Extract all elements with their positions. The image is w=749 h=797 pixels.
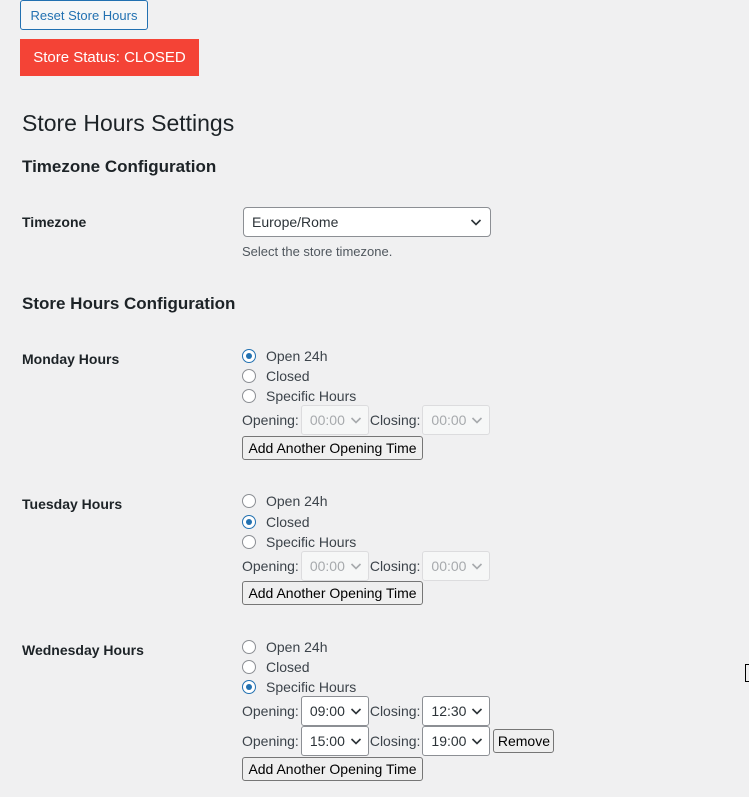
chevron-down-icon <box>471 705 483 717</box>
timezone-label: Timezone <box>22 214 87 230</box>
wednesday-closed-radio[interactable]: Closed <box>242 658 310 676</box>
radio-label: Specific Hours <box>266 388 357 404</box>
opening-label: Opening: <box>242 703 299 719</box>
timezone-select[interactable]: Europe/Rome <box>243 207 491 237</box>
chevron-down-icon <box>470 216 482 228</box>
chevron-down-icon <box>350 414 362 426</box>
radio-unchecked-icon <box>242 660 256 674</box>
chevron-down-icon <box>350 735 362 747</box>
chevron-down-icon <box>350 560 362 572</box>
wednesday-hours-label: Wednesday Hours <box>22 642 144 658</box>
chevron-down-icon <box>471 414 483 426</box>
tuesday-closing-select[interactable]: 00:00 <box>422 551 491 581</box>
reset-store-hours-button[interactable]: Reset Store Hours <box>20 0 148 30</box>
closing-label: Closing: <box>369 733 421 749</box>
time-value: 09:00 <box>309 703 345 719</box>
closing-label: Closing: <box>369 558 421 574</box>
tuesday-specific-radio[interactable]: Specific Hours <box>242 533 356 551</box>
wednesday-remove-slot-button[interactable]: Remove <box>493 729 555 753</box>
wednesday-closing-select-1[interactable]: 12:30 <box>422 696 491 726</box>
radio-label: Open 24h <box>266 493 328 509</box>
timezone-description: Select the store timezone. <box>242 244 393 259</box>
radio-checked-icon <box>242 515 256 529</box>
monday-add-opening-time-button[interactable]: Add Another Opening Time <box>242 436 423 460</box>
monday-closed-radio[interactable]: Closed <box>242 367 310 385</box>
radio-unchecked-icon <box>242 640 256 654</box>
time-value: 19:00 <box>431 733 467 749</box>
radio-label: Open 24h <box>266 639 328 655</box>
opening-label: Opening: <box>242 733 299 749</box>
radio-checked-icon <box>242 349 256 363</box>
radio-label: Closed <box>266 514 310 530</box>
monday-opening-select[interactable]: 00:00 <box>300 405 369 435</box>
radio-label: Specific Hours <box>266 534 357 550</box>
opening-label: Opening: <box>242 558 299 574</box>
tuesday-open24-radio[interactable]: Open 24h <box>242 492 328 510</box>
timezone-section-title: Timezone Configuration <box>22 157 217 176</box>
chevron-down-icon <box>471 735 483 747</box>
radio-label: Open 24h <box>266 348 328 364</box>
chevron-down-icon <box>471 560 483 572</box>
tuesday-opening-select[interactable]: 00:00 <box>300 551 369 581</box>
radio-label: Closed <box>266 368 310 384</box>
monday-open24-radio[interactable]: Open 24h <box>242 347 328 365</box>
monday-time-slot: Opening: 00:00 Closing: 00:00 <box>242 405 491 435</box>
tuesday-hours-label: Tuesday Hours <box>22 496 123 512</box>
wednesday-time-slot-2: Opening: 15:00 Closing: 19:00 Remove <box>242 726 555 756</box>
wednesday-closing-select-2[interactable]: 19:00 <box>422 726 491 756</box>
radio-label: Closed <box>266 659 310 675</box>
text-cursor-icon <box>745 664 749 682</box>
wednesday-time-slot-1: Opening: 09:00 Closing: 12:30 <box>242 696 491 726</box>
radio-unchecked-icon <box>242 535 256 549</box>
timezone-selected-value: Europe/Rome <box>252 214 339 230</box>
page-title: Store Hours Settings <box>22 110 235 136</box>
radio-unchecked-icon <box>242 389 256 403</box>
tuesday-add-opening-time-button[interactable]: Add Another Opening Time <box>242 581 423 605</box>
wednesday-add-opening-time-button[interactable]: Add Another Opening Time <box>242 757 423 781</box>
closing-label: Closing: <box>369 412 421 428</box>
wednesday-specific-radio[interactable]: Specific Hours <box>242 678 356 696</box>
time-value: 15:00 <box>309 733 345 749</box>
monday-specific-radio[interactable]: Specific Hours <box>242 387 356 405</box>
time-value: 00:00 <box>309 412 345 428</box>
time-value: 00:00 <box>309 558 345 574</box>
radio-unchecked-icon <box>242 369 256 383</box>
closing-label: Closing: <box>369 703 421 719</box>
wednesday-opening-select-1[interactable]: 09:00 <box>300 696 369 726</box>
radio-label: Specific Hours <box>266 679 357 695</box>
opening-label: Opening: <box>242 412 299 428</box>
time-value: 00:00 <box>431 558 467 574</box>
store-status-banner: Store Status: CLOSED <box>20 39 199 76</box>
wednesday-open24-radio[interactable]: Open 24h <box>242 638 328 656</box>
time-value: 12:30 <box>431 703 467 719</box>
monday-hours-label: Monday Hours <box>22 351 120 367</box>
radio-unchecked-icon <box>242 494 256 508</box>
tuesday-time-slot: Opening: 00:00 Closing: 00:00 <box>242 551 491 581</box>
store-hours-section-title: Store Hours Configuration <box>22 294 236 313</box>
radio-checked-icon <box>242 680 256 694</box>
chevron-down-icon <box>350 705 362 717</box>
time-value: 00:00 <box>431 412 467 428</box>
wednesday-opening-select-2[interactable]: 15:00 <box>300 726 369 756</box>
monday-closing-select[interactable]: 00:00 <box>422 405 491 435</box>
tuesday-closed-radio[interactable]: Closed <box>242 513 310 531</box>
